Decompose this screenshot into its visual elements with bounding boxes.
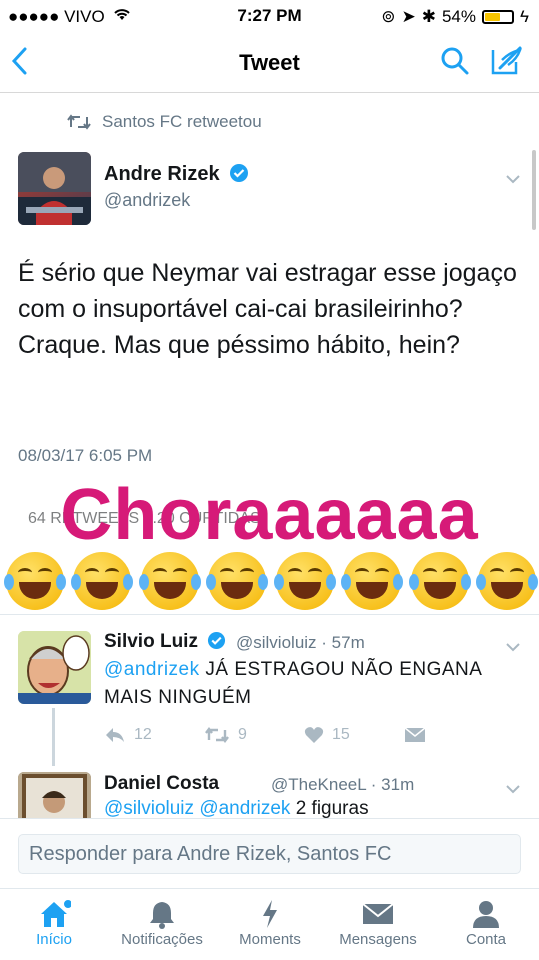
reply-text: @silvioluiz @andrizek 2 figuras (104, 798, 369, 818)
reply-button[interactable]: 12 (104, 726, 204, 744)
envelope-icon (362, 903, 394, 924)
reply-text: @andrizek JÁ ESTRAGOU NÃO ENGANA MAIS NI… (104, 659, 482, 708)
tab-account[interactable]: Conta (432, 897, 539, 948)
tab-bar: Início Notificações Moments Mensagens Co… (0, 888, 539, 960)
thread-line (52, 708, 55, 766)
retweet-context: Santos FC retweetou (66, 112, 262, 132)
reply-author-name[interactable]: Daniel Costa (104, 773, 219, 795)
bluetooth-icon: ✱ (421, 7, 436, 26)
tears-of-joy-emoji-icon (71, 552, 134, 610)
caricature-avatar-image (18, 631, 91, 704)
compose-button[interactable] (490, 46, 524, 81)
tab-home[interactable]: Início (0, 897, 108, 948)
tweet-text: É sério que Neymar vai estragar esse jog… (18, 259, 517, 359)
status-right: ⊚ ➤ ✱ 54% ϟ (381, 7, 529, 27)
scrollbar[interactable] (532, 150, 536, 230)
chevron-down-icon (506, 785, 520, 794)
dm-button[interactable] (404, 726, 504, 744)
mention-link[interactable]: @andrizek (199, 798, 290, 818)
tears-of-joy-emoji-icon (206, 552, 269, 610)
person-icon (473, 901, 499, 928)
like-button[interactable]: 15 (304, 726, 404, 744)
tears-of-joy-emoji-icon (4, 552, 66, 610)
divider (0, 614, 539, 615)
verified-icon (230, 164, 249, 182)
reply-input[interactable]: Responder para Andre Rizek, Santos FC (18, 834, 521, 874)
avatar-image (18, 152, 91, 225)
sticker-text: Choraaaaaa (60, 475, 479, 555)
bell-icon (150, 902, 174, 929)
compose-icon (491, 46, 522, 75)
reply-author-name[interactable]: Silvio Luiz (104, 631, 226, 653)
location-icon: ➤ (401, 7, 416, 26)
avatar[interactable] (18, 152, 91, 225)
charging-icon: ϟ (520, 7, 529, 26)
retweet-label: Santos FC retweetou (102, 112, 262, 131)
tears-of-joy-emoji-icon (408, 552, 471, 610)
reply-meta: @silvioluiz · 57m (236, 633, 365, 652)
tears-of-joy-emoji-icon (273, 552, 336, 610)
reply-options-button[interactable] (505, 778, 521, 799)
search-button[interactable] (440, 46, 470, 81)
tears-of-joy-emoji-icon (341, 552, 404, 610)
tears-of-joy-emoji-icon (138, 552, 201, 610)
emoji-sticker-row (4, 552, 538, 610)
tab-messages[interactable]: Mensagens (324, 897, 432, 948)
mention-link[interactable]: @silvioluiz (104, 798, 194, 818)
mention-link[interactable]: @andrizek (104, 659, 200, 680)
retweet-icon (205, 727, 229, 743)
chevron-down-icon (506, 175, 520, 184)
tears-of-joy-emoji-icon (475, 552, 538, 610)
reply-options-button[interactable] (505, 636, 521, 657)
battery-icon (482, 10, 514, 24)
chevron-down-icon (506, 643, 520, 652)
reply-icon (106, 728, 124, 742)
search-icon (441, 47, 469, 75)
heart-icon (304, 727, 324, 743)
tab-notifications[interactable]: Notificações (108, 897, 216, 948)
status-bar: ●●●●● VIVO 7:27 PM ⊚ ➤ ✱ 54% ϟ (0, 0, 539, 34)
rotation-lock-icon: ⊚ (381, 7, 396, 26)
tweet-date: 08/03/17 6:05 PM (18, 446, 153, 465)
lightning-icon (263, 900, 277, 928)
verified-icon (208, 631, 226, 650)
reply-actions: 12 9 15 (104, 726, 504, 744)
tweet-author-name[interactable]: Andre Rizek (104, 163, 249, 186)
tab-moments[interactable]: Moments (216, 897, 324, 948)
retweet-button[interactable]: 9 (204, 726, 304, 744)
retweet-icon (67, 114, 91, 130)
home-icon (41, 900, 71, 927)
reply-meta: @TheKneeL · 31m (271, 775, 415, 794)
battery-percent: 54% (441, 7, 476, 26)
tweet-author-handle: @andrizek (104, 190, 191, 210)
reply-avatar[interactable] (18, 631, 91, 704)
nav-bar: Tweet (0, 34, 539, 93)
envelope-icon (404, 727, 426, 742)
tweet-options-button[interactable] (505, 168, 521, 189)
